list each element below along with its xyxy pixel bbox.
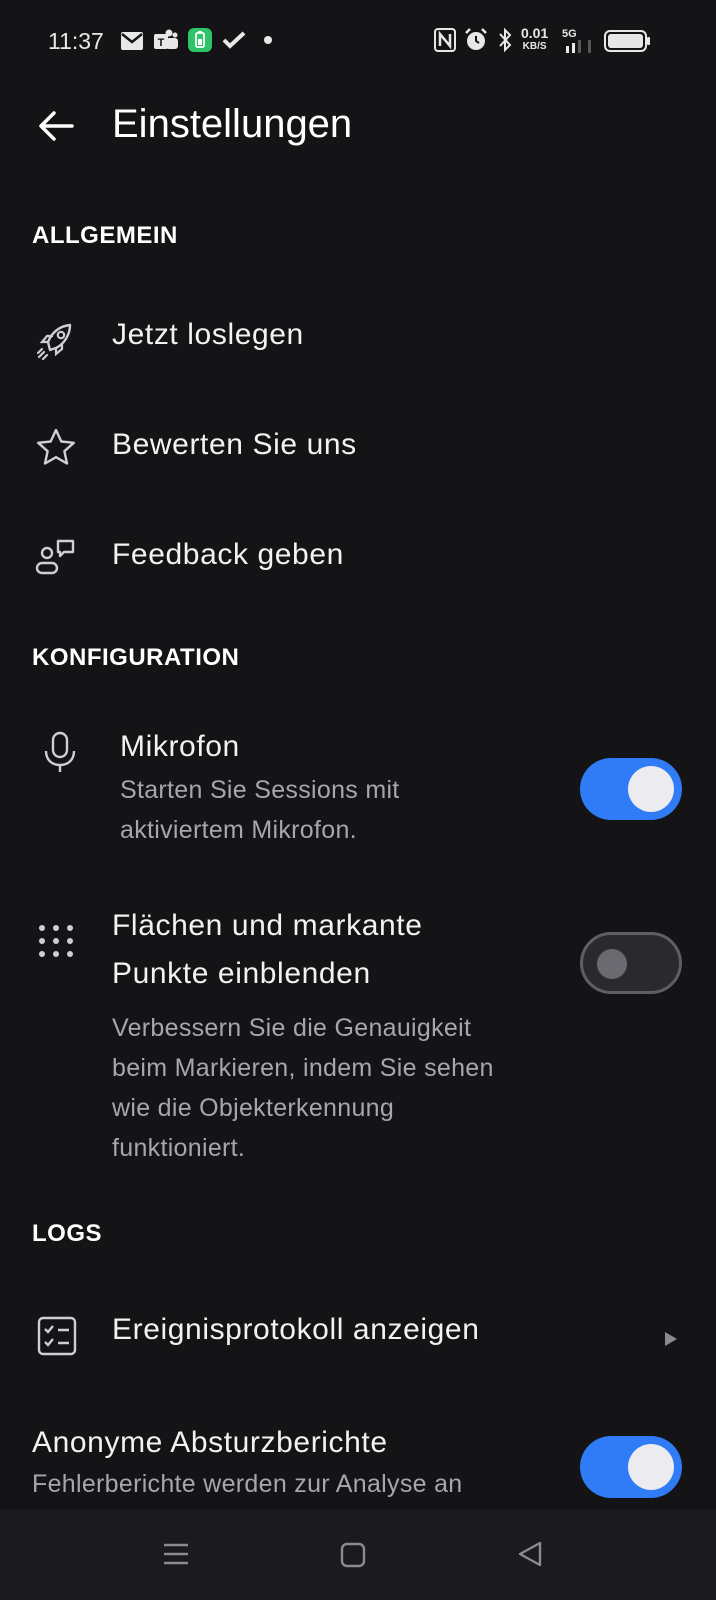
settings-item-description: Fehlerberichte werden zur Analyse an xyxy=(32,1470,463,1498)
toggle-knob xyxy=(597,949,627,979)
settings-item-description: Verbessern Sie die Genauigkeit beim Mark… xyxy=(112,1014,494,1162)
svg-text:T: T xyxy=(158,37,165,49)
feedback-icon xyxy=(35,539,75,575)
settings-item-label: Anonyme Absturzberichte xyxy=(32,1426,388,1459)
settings-item-show-planes[interactable]: Flächen und markante Punkte einblenden V… xyxy=(0,890,716,1170)
settings-item-microphone[interactable]: Mikrofon Starten Sie Sessions mit aktivi… xyxy=(0,720,716,870)
settings-item-label: Ereignisprotokoll anzeigen xyxy=(112,1313,480,1346)
section-header-logs: LOGS xyxy=(32,1220,103,1247)
battery-app-icon xyxy=(188,28,212,52)
rocket-icon xyxy=(36,323,72,361)
settings-item-label: Flächen und markante Punkte einblenden xyxy=(112,909,423,990)
arrow-left-icon[interactable] xyxy=(36,106,76,146)
network-speed: 0.01 KB/S xyxy=(521,25,549,52)
settings-item-get-started[interactable]: Jetzt loslegen xyxy=(0,290,716,400)
section-header-configuration: KONFIGURATION xyxy=(32,644,240,671)
bluetooth-icon xyxy=(499,27,512,53)
battery-icon xyxy=(604,30,650,52)
toggle-knob xyxy=(628,1444,674,1490)
section-header-general: ALLGEMEIN xyxy=(32,222,178,249)
settings-item-event-log[interactable]: Ereignisprotokoll anzeigen xyxy=(0,1285,716,1395)
settings-item-label: Jetzt loslegen xyxy=(112,318,304,351)
home-icon[interactable] xyxy=(340,1542,366,1568)
network-type: 5G xyxy=(562,28,577,40)
settings-item-crash-reports[interactable]: Anonyme Absturzberichte Fehlerberichte w… xyxy=(0,1410,716,1510)
settings-item-label: Mikrofon xyxy=(120,730,240,763)
settings-item-feedback[interactable]: Feedback geben xyxy=(0,510,716,620)
page-title: Einstellungen xyxy=(112,102,353,146)
star-icon xyxy=(37,428,75,465)
navigation-bar xyxy=(0,1510,716,1600)
dots-grid-icon xyxy=(39,925,73,957)
signal-icon xyxy=(566,40,591,53)
checklist-icon xyxy=(37,1316,77,1356)
settings-item-description: Starten Sie Sessions mit aktiviertem Mik… xyxy=(120,776,400,844)
gmail-icon xyxy=(121,32,143,50)
alarm-icon xyxy=(465,28,487,50)
toggle-knob xyxy=(628,766,674,812)
back-triangle-icon[interactable] xyxy=(516,1540,544,1568)
settings-item-label: Bewerten Sie uns xyxy=(112,428,357,461)
menu-icon[interactable] xyxy=(162,1542,190,1566)
crash-reports-toggle[interactable] xyxy=(580,1436,682,1498)
status-bar: 11:37 T 0.01 KB/S 5G xyxy=(0,0,716,84)
check-icon xyxy=(222,31,246,49)
microphone-toggle[interactable] xyxy=(580,758,682,820)
settings-item-label: Feedback geben xyxy=(112,538,344,571)
nfc-icon xyxy=(434,28,456,52)
status-time: 11:37 xyxy=(48,28,104,54)
planes-toggle[interactable] xyxy=(580,932,682,994)
teams-icon: T xyxy=(154,29,178,49)
microphone-icon xyxy=(44,731,76,772)
app-bar: Einstellungen xyxy=(0,84,716,184)
dot-icon xyxy=(264,36,272,44)
settings-item-rate-us[interactable]: Bewerten Sie uns xyxy=(0,400,716,510)
play-arrow-icon xyxy=(665,1332,677,1346)
